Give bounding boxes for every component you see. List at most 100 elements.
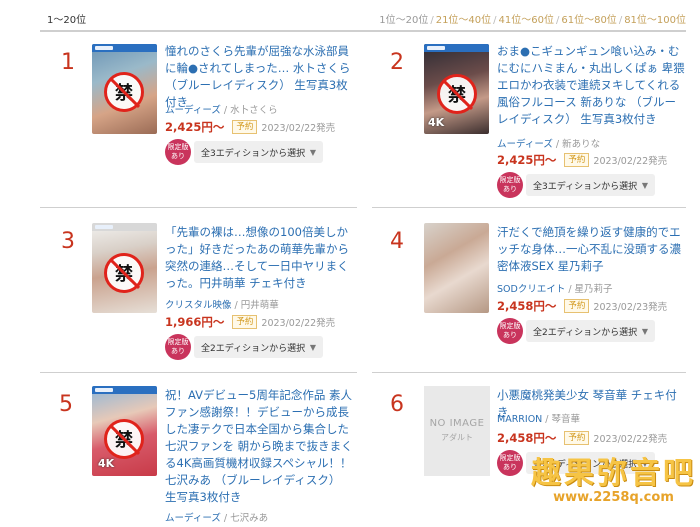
limited-badge: 限定版あり [497, 172, 523, 198]
release-date: 2023/02/22発売 [261, 318, 336, 329]
rank-number: 4 [390, 229, 404, 254]
actress-link[interactable]: 円井萌華 [241, 300, 279, 311]
product-cover[interactable]: 禁 [92, 223, 157, 313]
product-cover[interactable]: 禁 [92, 44, 157, 134]
ranking-item-3: 3 禁 「先輩の裸は…想像の100倍美しかった」好きだったあの萌華先輩から突然の… [40, 208, 357, 368]
price-line: 1,966円〜 予約 2023/02/22発売 [165, 314, 335, 330]
rank-number: 1 [61, 50, 75, 75]
maker-link[interactable]: ムーディーズ [165, 105, 221, 116]
ranking-item-1: 1 禁 憧れのさくら先輩が屈強な水泳部員に輪●されてしまった… 水トさくら （ブ… [40, 32, 357, 207]
limited-badge: 限定版あり [165, 139, 191, 165]
maker-link[interactable]: ムーディーズ [497, 139, 553, 150]
no-image-placeholder[interactable]: NO IMAGE アダルト [424, 386, 490, 476]
ranking-item-4: 4 汗だくで絶頂を繰り返す健康的でエッチな身体…一心不乱に没頭する濃密体液SEX… [372, 208, 686, 368]
release-date: 2023/02/22発売 [261, 123, 336, 134]
product-cover[interactable]: 禁 4K [92, 386, 157, 476]
edition-selector: 限定版あり 全2エディションから選択 ▼ [497, 318, 655, 344]
actress-link[interactable]: 琴音華 [552, 414, 581, 425]
price-line: 2,458円〜 予約 2023/02/23発売 [497, 298, 667, 314]
limited-badge: 限定版あり [497, 450, 523, 476]
rank-number: 2 [390, 50, 404, 75]
price: 2,425円〜 [165, 120, 225, 134]
preorder-badge: 予約 [564, 153, 590, 167]
bluray-label-icon [92, 44, 157, 52]
price: 1,966円〜 [165, 315, 225, 329]
edition-select-label: 全3エディションから選択 [201, 148, 306, 159]
actress-link[interactable]: 新ありな [562, 139, 600, 150]
page-link-21-40[interactable]: 21位〜40位 [436, 15, 491, 26]
bluray-label-icon [92, 386, 157, 394]
site-watermark: 趣果弥音吧 www.2258q.com [531, 448, 696, 505]
product-meta: ムーディーズ / 七沢みあ [165, 513, 269, 524]
banned-icon: 禁 [104, 419, 144, 459]
dropdown-caret-icon: ▼ [641, 180, 648, 190]
page-range-nav: 1位〜20位/21位〜40位/41位〜60位/61位〜80位/81位〜100位 [379, 11, 686, 26]
page-link-41-60[interactable]: 41位〜60位 [499, 15, 554, 26]
product-meta: ムーディーズ / 水卜さくら [165, 105, 278, 116]
product-title-link[interactable]: 「先輩の裸は…想像の100倍美しかった」好きだったあの萌華先輩から突然の連絡…そ… [165, 224, 355, 292]
product-meta: ムーディーズ / 新ありな [497, 139, 601, 150]
edition-select-label: 全3エディションから選択 [533, 181, 638, 192]
actress-link[interactable]: 七沢みあ [230, 513, 268, 524]
edition-selector: 限定版あり 全2エディションから選択 ▼ [165, 334, 323, 360]
banned-icon: 禁 [104, 253, 144, 293]
page-link-81-100[interactable]: 81位〜100位 [624, 15, 686, 26]
product-meta: MARRION / 琴音華 [497, 414, 581, 425]
current-range-label: 1〜20位 [47, 15, 87, 26]
edition-select[interactable]: 全3エディションから選択 ▼ [526, 174, 655, 196]
edition-selector: 限定版あり 全3エディションから選択 ▼ [497, 172, 655, 198]
edition-select[interactable]: 全3エディションから選択 ▼ [194, 141, 323, 163]
maker-link[interactable]: MARRION [497, 414, 542, 425]
limited-badge: 限定版あり [497, 318, 523, 344]
watermark-text: 趣果弥音吧 [531, 456, 696, 491]
actress-link[interactable]: 星乃莉子 [575, 284, 613, 295]
release-date: 2023/02/22発売 [593, 156, 668, 167]
product-cover[interactable] [424, 223, 489, 313]
maker-link[interactable]: SODクリエイト [497, 284, 565, 295]
edition-select-label: 全2エディションから選択 [201, 343, 306, 354]
edition-selector: 限定版あり 全3エディションから選択 ▼ [165, 139, 323, 165]
separator: / [430, 15, 434, 26]
banned-icon: 禁 [104, 72, 144, 112]
maker-link[interactable]: ムーディーズ [165, 513, 221, 524]
bluray-label-icon [424, 44, 489, 52]
product-title-link[interactable]: 汗だくで絶頂を繰り返す健康的でエッチな身体…一心不乱に没頭する濃密体液SEX 星… [497, 224, 685, 275]
price-line: 2,458円〜 予約 2023/02/22発売 [497, 430, 667, 446]
4k-badge: 4K [98, 457, 115, 470]
limited-badge: 限定版あり [165, 334, 191, 360]
edition-select[interactable]: 全2エディションから選択 ▼ [526, 320, 655, 342]
product-title-link[interactable]: 憧れのさくら先輩が屈強な水泳部員に輪●されてしまった… 水トさくら （ブルーレイ… [165, 43, 355, 111]
price-line: 2,425円〜 予約 2023/02/22発売 [165, 119, 335, 135]
no-image-sublabel: アダルト [441, 433, 473, 442]
preorder-badge: 予約 [564, 299, 590, 313]
dropdown-caret-icon: ▼ [309, 342, 316, 352]
product-title-link[interactable]: おま●こギュンギュン喰い込み・むにむにハミまん・丸出しくぱぁ 卑猥エロかわ衣装で… [497, 43, 687, 128]
separator: / [618, 15, 623, 26]
price-line: 2,425円〜 予約 2023/02/22発売 [497, 152, 667, 168]
product-cover[interactable]: 禁 4K [424, 44, 489, 134]
rank-number: 5 [59, 392, 73, 417]
price: 2,458円〜 [497, 431, 557, 445]
separator: / [555, 15, 560, 26]
rank-number: 3 [61, 229, 75, 254]
page-link-1-20[interactable]: 1位〜20位 [379, 15, 428, 26]
price: 2,458円〜 [497, 299, 557, 313]
product-meta: SODクリエイト / 星乃莉子 [497, 284, 613, 295]
ranking-header: 1〜20位 1位〜20位/21位〜40位/41位〜60位/61位〜80位/81位… [0, 0, 700, 30]
edition-select-label: 全2エディションから選択 [533, 327, 638, 338]
price: 2,425円〜 [497, 153, 557, 167]
ranking-item-2: 2 禁 4K おま●こギュンギュン喰い込み・むにむにハミまん・丸出しくぱぁ 卑猥… [372, 32, 686, 207]
dropdown-caret-icon: ▼ [641, 326, 648, 336]
edition-select[interactable]: 全2エディションから選択 ▼ [194, 336, 323, 358]
preorder-badge: 予約 [564, 431, 590, 445]
actress-link[interactable]: 水卜さくら [230, 105, 278, 116]
maker-link[interactable]: クリスタル映像 [165, 300, 232, 311]
release-date: 2023/02/22発売 [593, 434, 668, 445]
page-link-61-80[interactable]: 61位〜80位 [561, 15, 616, 26]
banned-icon: 禁 [437, 74, 477, 114]
preorder-badge: 予約 [232, 120, 258, 134]
4k-badge: 4K [428, 116, 445, 129]
preorder-badge: 予約 [232, 315, 258, 329]
product-title-link[interactable]: 祝！AVデビュー5周年記念作品 素人ファン感謝祭！！デビューから成長した凄テクで… [165, 387, 355, 506]
watermark-url: www.2258q.com [553, 490, 674, 505]
